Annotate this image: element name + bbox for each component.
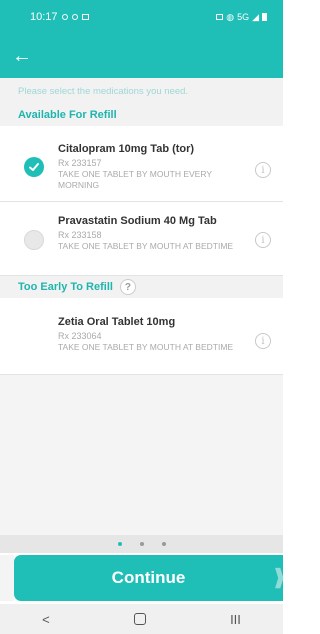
section-title-too-early: Too Early To Refill	[18, 281, 113, 293]
medication-name: Zetia Oral Tablet 10mg	[58, 316, 176, 328]
rx-number: Rx 233158	[58, 230, 102, 240]
image-icon	[81, 14, 89, 20]
continue-label: Continue	[111, 568, 186, 587]
app-bar: ←	[0, 34, 283, 78]
dosage-instructions: TAKE ONE TABLET BY MOUTH EVERY MORNING	[58, 169, 212, 190]
page-indicator	[0, 535, 283, 553]
status-left: 10:17	[30, 11, 89, 23]
double-chevron-right-icon: ⟩⟩	[273, 565, 285, 590]
rx-number: Rx 233157	[58, 158, 102, 168]
selected-checkbox[interactable]	[24, 157, 44, 177]
rx-number: Rx 233064	[58, 331, 102, 341]
status-time: 10:17	[30, 11, 58, 23]
status-bar: 10:17 ◍ 5G ◢	[0, 0, 283, 34]
battery-icon	[262, 13, 267, 21]
wifi-icon: ◍	[226, 11, 235, 22]
page-dot	[161, 542, 166, 546]
system-nav-bar: < III	[0, 604, 283, 634]
button-side-strip	[0, 555, 14, 601]
section-header-too-early: Too Early To Refill ?	[0, 276, 283, 298]
status-right: ◍ 5G ◢	[216, 12, 267, 23]
nav-back-button[interactable]: <	[42, 612, 50, 627]
medication-item-citalopram[interactable]: Citalopram 10mg Tab (tor) Rx 233157 TAKE…	[0, 126, 283, 202]
continue-button[interactable]: Continue ⟩⟩	[14, 555, 285, 601]
dosage-instructions: TAKE ONE TABLET BY MOUTH AT BEDTIME	[58, 241, 234, 251]
medication-name: Citalopram 10mg Tab (tor)	[58, 143, 195, 155]
dosage-instructions: TAKE ONE TABLET BY MOUTH AT BEDTIME	[58, 342, 234, 352]
medication-details: Citalopram 10mg Tab (tor) Rx 233157 TAKE…	[58, 142, 238, 191]
checkmark-icon	[29, 163, 39, 171]
info-icon[interactable]: i	[255, 162, 271, 178]
section-title-available: Available For Refill	[18, 109, 117, 121]
network-type: 5G	[237, 12, 250, 22]
list-empty-area	[0, 375, 283, 535]
unselected-checkbox[interactable]	[24, 230, 44, 250]
medication-name: Pravastatin Sodium 40 Mg Tab	[58, 215, 217, 227]
arrow-left-icon[interactable]: ←	[12, 46, 32, 66]
medication-details: Zetia Oral Tablet 10mg Rx 233064 TAKE ON…	[58, 315, 238, 353]
notification-icon	[61, 14, 68, 20]
page-dot	[139, 542, 144, 546]
medication-item-pravastatin[interactable]: Pravastatin Sodium 40 Mg Tab Rx 233158 T…	[0, 202, 283, 276]
info-icon[interactable]: i	[255, 333, 271, 349]
help-icon[interactable]: ?	[119, 279, 136, 295]
alarm-icon	[216, 14, 224, 20]
instruction-text: Please select the medications you need.	[0, 78, 283, 104]
section-header-available: Available For Refill	[0, 104, 283, 126]
nav-recents-button[interactable]: III	[230, 612, 241, 627]
signal-icon: ◢	[252, 11, 259, 22]
medication-item-zetia[interactable]: Zetia Oral Tablet 10mg Rx 233064 TAKE ON…	[0, 298, 283, 375]
page-dot-active	[117, 542, 122, 546]
settings-icon	[71, 14, 78, 20]
nav-home-button[interactable]	[133, 613, 146, 625]
info-icon[interactable]: i	[255, 232, 271, 248]
medication-details: Pravastatin Sodium 40 Mg Tab Rx 233158 T…	[58, 214, 238, 252]
